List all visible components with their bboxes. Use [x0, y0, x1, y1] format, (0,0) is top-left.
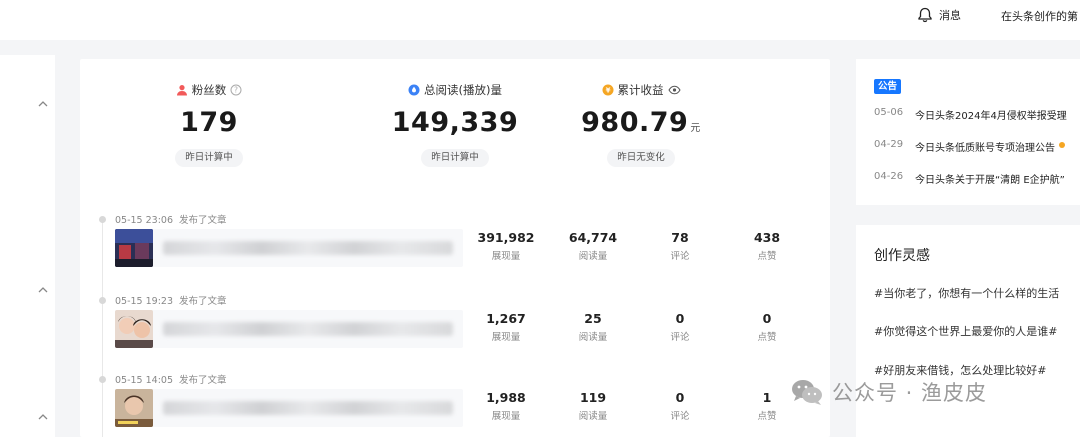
earnings-stat: ¥ 累计收益 980.79 元 昨日无变化 — [556, 81, 726, 167]
fans-stat-label: 粉丝数 ? — [124, 81, 294, 99]
help-icon[interactable]: ? — [230, 84, 242, 96]
impressions-metric: 1,988 展现量 — [486, 390, 526, 422]
topic-item[interactable]: #你觉得这个世界上最爱你的人是谁# — [874, 323, 1057, 339]
article-card[interactable] — [115, 310, 463, 348]
feed-item: 05-15 19:23 发布了文章 1,267 展现量 25 阅读量 0 评论 … — [80, 290, 830, 370]
feed-item: 05-15 23:06 发布了文章 391,982 展现量 64,774 阅读量 — [80, 209, 830, 289]
sidebar — [0, 55, 55, 437]
timeline-dot — [99, 297, 106, 304]
reads-metric: 25 阅读量 — [578, 311, 608, 343]
creator-link[interactable]: 在头条创作的第 — [1001, 8, 1078, 24]
messages-label: 消息 — [939, 9, 961, 22]
reads-stat-label: 总阅读(播放)量 — [370, 81, 540, 99]
drop-icon — [408, 84, 420, 96]
reads-metric: 64,774 阅读量 — [568, 230, 618, 262]
chevron-up-icon[interactable] — [36, 283, 50, 297]
article-thumbnail — [115, 310, 153, 348]
comments-metric: 78 评论 — [670, 230, 690, 262]
impressions-metric: 391,982 展现量 — [477, 230, 535, 262]
feed-meta: 05-15 14:05 发布了文章 — [115, 372, 233, 386]
notice-panel: 公告 05-06 今日头条2024年4月侵权举报受理 04-29 今日头条低质账… — [856, 59, 1080, 205]
coin-icon: ¥ — [602, 84, 613, 96]
reads-status-badge: 昨日计算中 — [421, 149, 489, 167]
notice-item[interactable]: 05-06 今日头条2024年4月侵权举报受理 — [874, 107, 1067, 122]
notice-item[interactable]: 04-29 今日头条低质账号专项治理公告 — [874, 139, 1065, 154]
dashboard-card: 粉丝数 ? 179 昨日计算中 总阅读(播放)量 149,339 昨日计算中 ¥ — [80, 59, 830, 437]
fans-stat: 粉丝数 ? 179 昨日计算中 — [124, 81, 294, 167]
notice-item[interactable]: 04-26 今日头条关于开展“清朗 E企护航” — [874, 171, 1065, 186]
reads-count: 149,339 — [391, 107, 519, 138]
inspiration-title: 创作灵感 — [874, 248, 930, 264]
reads-stat: 总阅读(播放)量 149,339 昨日计算中 — [370, 81, 540, 167]
impressions-metric: 1,267 展现量 — [486, 311, 526, 343]
svg-text:?: ? — [234, 86, 238, 95]
earnings-amount: 980.79 元 — [581, 107, 701, 138]
article-card[interactable] — [115, 389, 463, 427]
article-title-blurred — [163, 401, 453, 415]
publish-time: 05-15 19:23 — [115, 296, 174, 307]
top-header: 消息 在头条创作的第 — [0, 0, 1080, 40]
feed-item: 05-15 14:05 发布了文章 1,988 展现量 119 阅读量 0 评论… — [80, 369, 830, 437]
watermark-text: 公众号 · 渔皮皮 — [832, 381, 988, 405]
publish-action: 发布了文章 — [179, 375, 227, 386]
article-card[interactable] — [115, 229, 463, 267]
likes-metric: 0 点赞 — [757, 311, 777, 343]
timeline-dot — [99, 216, 106, 223]
unread-dot — [1059, 142, 1065, 148]
earnings-status-badge: 昨日无变化 — [607, 149, 675, 167]
publish-time: 05-15 23:06 — [115, 215, 174, 226]
likes-metric: 438 点赞 — [753, 230, 781, 262]
earnings-stat-label: ¥ 累计收益 — [556, 81, 726, 99]
comments-metric: 0 评论 — [670, 311, 690, 343]
notice-tag: 公告 — [874, 79, 902, 94]
wechat-watermark: 公众号 · 渔皮皮 — [790, 376, 987, 408]
messages-button[interactable]: 消息 — [917, 6, 961, 24]
topic-item[interactable]: #当你老了，你想有一个什么样的生活 — [874, 285, 1059, 301]
chevron-up-icon[interactable] — [36, 97, 50, 111]
fans-status-badge: 昨日计算中 — [175, 149, 243, 167]
fans-count: 179 — [180, 107, 238, 138]
user-icon — [176, 85, 187, 96]
comments-metric: 0 评论 — [670, 390, 690, 422]
publish-action: 发布了文章 — [179, 296, 227, 307]
svg-text:¥: ¥ — [605, 87, 610, 95]
article-title-blurred — [163, 322, 453, 336]
reads-metric: 119 阅读量 — [578, 390, 608, 422]
article-thumbnail — [115, 229, 153, 267]
timeline-dot — [99, 376, 106, 383]
wechat-icon — [792, 380, 822, 405]
publish-action: 发布了文章 — [179, 215, 227, 226]
chevron-up-icon[interactable] — [36, 410, 50, 424]
feed-meta: 05-15 23:06 发布了文章 — [115, 212, 233, 226]
feed-meta: 05-15 19:23 发布了文章 — [115, 293, 233, 307]
article-thumbnail — [115, 389, 153, 427]
bell-icon — [918, 7, 932, 23]
article-title-blurred — [163, 241, 453, 255]
eye-icon[interactable] — [667, 84, 681, 96]
publish-time: 05-15 14:05 — [115, 375, 174, 386]
